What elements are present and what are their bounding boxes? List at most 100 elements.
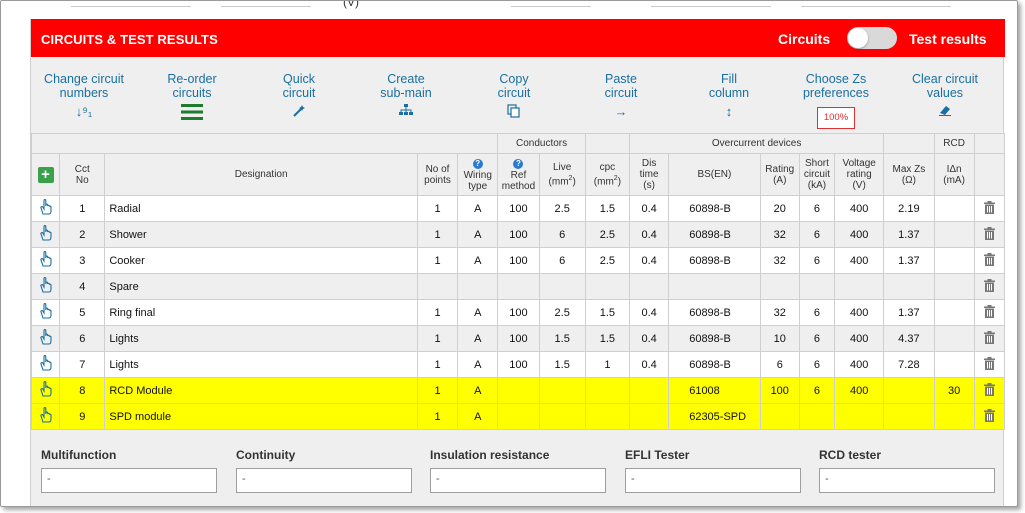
delete-circuit-button[interactable]	[973, 325, 1006, 352]
cell-dis-time[interactable]: 0.4	[629, 221, 670, 248]
delete-circuit-button[interactable]	[973, 247, 1006, 274]
tool-copy-circuit[interactable]: Copy circuit	[459, 72, 569, 120]
cell-max-zs[interactable]: 2.19	[883, 195, 935, 222]
cell-live[interactable]: 1.5	[538, 351, 586, 378]
cell-voltage-rating[interactable]	[834, 273, 885, 300]
cell-designation[interactable]: RCD Module	[104, 377, 418, 404]
cell-voltage-rating[interactable]	[834, 403, 885, 430]
cell-bs-en[interactable]	[668, 273, 761, 300]
cell-cct-no[interactable]: 1	[59, 195, 106, 222]
delete-circuit-button[interactable]	[973, 273, 1006, 300]
cell-dis-time[interactable]	[629, 403, 670, 430]
select-circuit-button[interactable]	[30, 377, 61, 404]
cell-ref-method[interactable]	[497, 377, 540, 404]
cell-max-zs[interactable]: 4.37	[883, 325, 935, 352]
cell-idn[interactable]	[933, 299, 975, 326]
view-toggle[interactable]	[847, 27, 897, 49]
cell-voltage-rating[interactable]: 400	[834, 221, 885, 248]
cell-cct-no[interactable]: 7	[59, 351, 106, 378]
cell-bs-en[interactable]: 61008	[668, 377, 761, 404]
cell-ref-method[interactable]: 100	[497, 247, 540, 274]
cell-short-circuit[interactable]: 6	[798, 325, 836, 352]
cell-ref-method[interactable]	[497, 403, 540, 430]
cell-live[interactable]	[538, 377, 586, 404]
cell-dis-time[interactable]: 0.4	[629, 325, 670, 352]
cell-rating[interactable]: 10	[759, 325, 800, 352]
select-circuit-button[interactable]	[30, 403, 61, 430]
add-circuit-button[interactable]: +	[30, 153, 61, 196]
tester-select[interactable]: -	[430, 468, 606, 493]
cell-rating[interactable]: 100	[759, 377, 800, 404]
cell-wiring-type[interactable]	[457, 273, 499, 300]
cell-idn[interactable]	[933, 403, 975, 430]
cell-ref-method[interactable]	[497, 273, 540, 300]
cell-designation[interactable]: Lights	[104, 325, 418, 352]
cell-points[interactable]: 1	[416, 325, 459, 352]
cell-short-circuit[interactable]: 6	[798, 351, 836, 378]
cell-max-zs[interactable]	[883, 273, 935, 300]
cell-wiring-type[interactable]: A	[457, 377, 499, 404]
cell-short-circuit[interactable]	[798, 403, 836, 430]
tool-quick-circuit[interactable]: Quick circuit	[244, 72, 354, 120]
cell-designation[interactable]: Lights	[104, 351, 418, 378]
cell-cpc[interactable]	[584, 377, 631, 404]
delete-circuit-button[interactable]	[973, 403, 1006, 430]
delete-circuit-button[interactable]	[973, 377, 1006, 404]
cell-voltage-rating[interactable]: 400	[834, 325, 885, 352]
cell-cpc[interactable]: 1.5	[584, 325, 631, 352]
cell-short-circuit[interactable]: 6	[798, 195, 836, 222]
cell-idn[interactable]	[933, 273, 975, 300]
tester-select[interactable]: -	[236, 468, 412, 493]
cell-ref-method[interactable]: 100	[497, 325, 540, 352]
cell-short-circuit[interactable]: 6	[798, 247, 836, 274]
cell-points[interactable]: 1	[416, 299, 459, 326]
cell-points[interactable]: 1	[416, 403, 459, 430]
cell-wiring-type[interactable]: A	[457, 247, 499, 274]
cell-bs-en[interactable]: 62305-SPD	[668, 403, 761, 430]
cell-cct-no[interactable]: 3	[59, 247, 106, 274]
cell-live[interactable]	[538, 403, 586, 430]
cell-voltage-rating[interactable]: 400	[834, 377, 885, 404]
cell-dis-time[interactable]: 0.4	[629, 299, 670, 326]
cell-designation[interactable]: Shower	[104, 221, 418, 248]
cell-points[interactable]: 1	[416, 195, 459, 222]
cell-cpc[interactable]	[584, 403, 631, 430]
cell-max-zs[interactable]: 1.37	[883, 247, 935, 274]
select-circuit-button[interactable]	[30, 221, 61, 248]
select-circuit-button[interactable]	[30, 247, 61, 274]
select-circuit-button[interactable]	[30, 325, 61, 352]
cell-rating[interactable]: 32	[759, 247, 800, 274]
help-icon[interactable]: ?	[472, 158, 483, 169]
cell-wiring-type[interactable]: A	[457, 351, 499, 378]
tool-fill-column[interactable]: Fill column ↕	[674, 72, 784, 120]
delete-circuit-button[interactable]	[973, 299, 1006, 326]
cell-bs-en[interactable]: 60898-B	[668, 351, 761, 378]
cell-idn[interactable]	[933, 325, 975, 352]
cell-cpc[interactable]: 1.5	[584, 195, 631, 222]
cell-max-zs[interactable]: 1.37	[883, 299, 935, 326]
cell-bs-en[interactable]: 60898-B	[668, 195, 761, 222]
delete-circuit-button[interactable]	[973, 351, 1006, 378]
cell-designation[interactable]: Spare	[104, 273, 418, 300]
select-circuit-button[interactable]	[30, 351, 61, 378]
tool-choose-zs-preferences[interactable]: Choose Zs preferences 100%	[781, 72, 891, 129]
tool-create-sub-main[interactable]: Create sub-main	[351, 72, 461, 120]
cell-bs-en[interactable]: 60898-B	[668, 221, 761, 248]
cell-live[interactable]: 2.5	[538, 299, 586, 326]
help-icon[interactable]: ?	[513, 158, 524, 169]
cell-points[interactable]: 1	[416, 221, 459, 248]
cell-cpc[interactable]: 2.5	[584, 247, 631, 274]
select-circuit-button[interactable]	[30, 299, 61, 326]
cell-live[interactable]: 6	[538, 221, 586, 248]
cell-designation[interactable]: Cooker	[104, 247, 418, 274]
cell-cpc[interactable]: 1.5	[584, 299, 631, 326]
cell-rating[interactable]: 32	[759, 299, 800, 326]
cell-points[interactable]: 1	[416, 377, 459, 404]
cell-cpc[interactable]: 1	[584, 351, 631, 378]
cell-rating[interactable]: 6	[759, 351, 800, 378]
delete-circuit-button[interactable]	[973, 221, 1006, 248]
tester-select[interactable]: -	[625, 468, 801, 493]
cell-cpc[interactable]	[584, 273, 631, 300]
cell-live[interactable]: 1.5	[538, 325, 586, 352]
cell-points[interactable]: 1	[416, 351, 459, 378]
